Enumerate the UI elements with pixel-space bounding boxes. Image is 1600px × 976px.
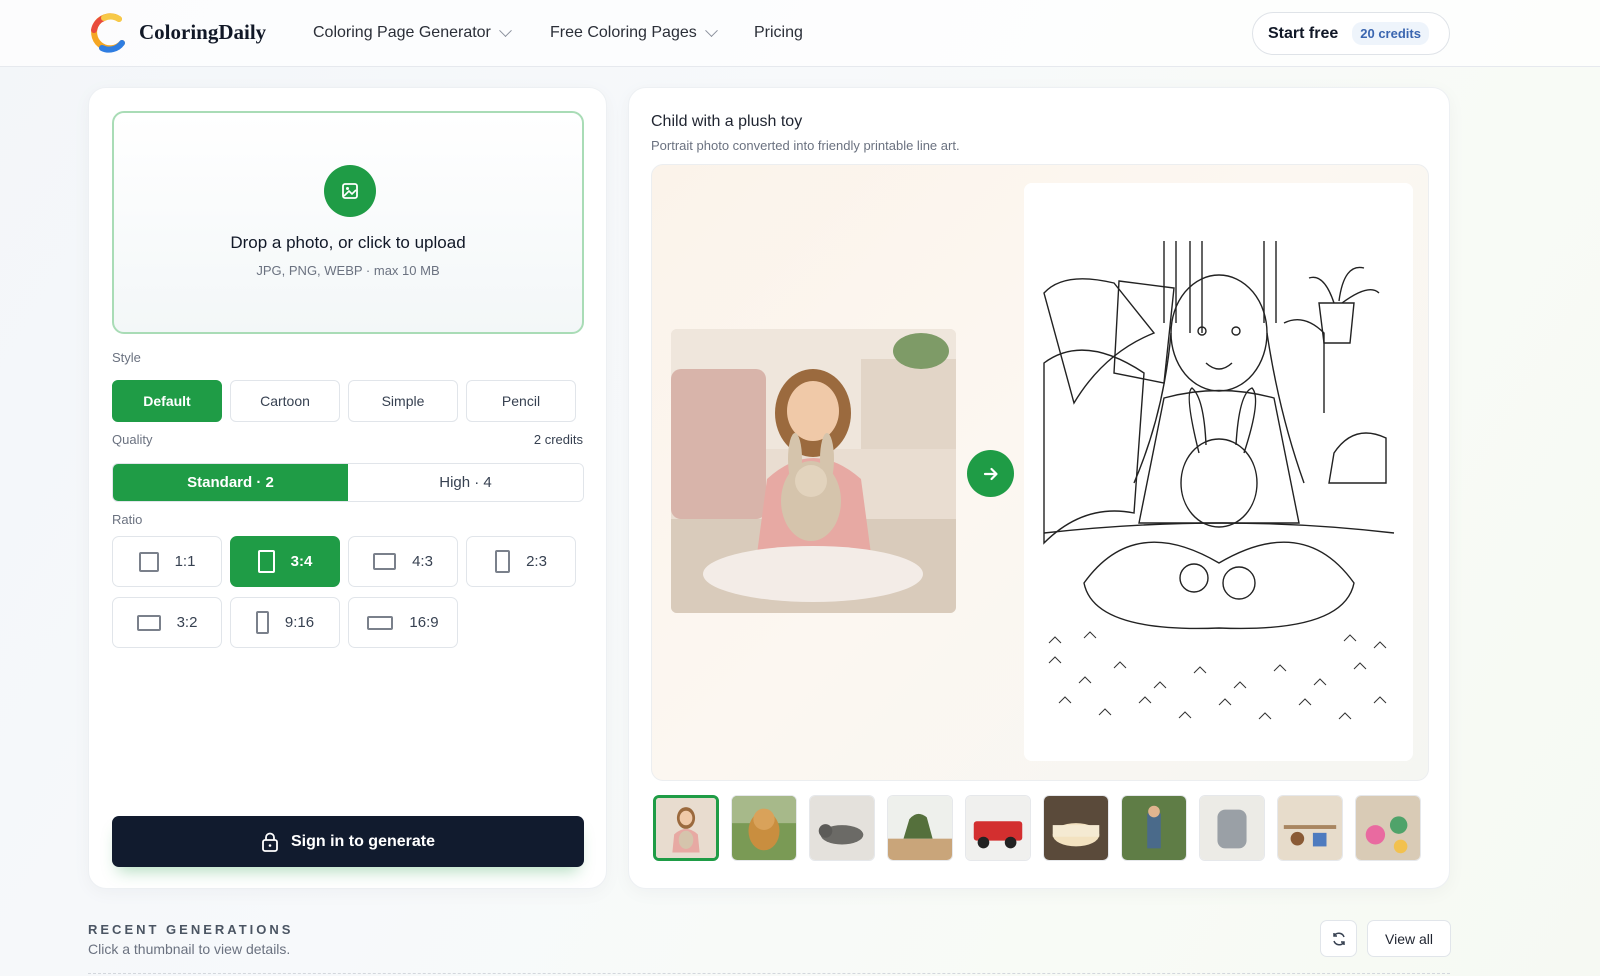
chevron-down-icon xyxy=(704,23,718,37)
portrait-ratio-icon xyxy=(255,611,269,634)
refresh-icon xyxy=(1332,931,1345,946)
nav-label: Coloring Page Generator xyxy=(313,24,491,41)
quality-toggle: Standard · 2 High · 4 xyxy=(112,463,584,502)
sign-in-to-generate-button[interactable]: Sign in to generate xyxy=(112,816,584,867)
example-thumb-golden-retriever[interactable] xyxy=(731,795,797,861)
ratio-label-text: 3:2 xyxy=(176,614,198,631)
line-art-result xyxy=(1024,183,1413,761)
chevron-down-icon xyxy=(499,23,512,37)
ratio-label-text: 2:3 xyxy=(526,553,547,570)
ratio-label-text: 1:1 xyxy=(174,553,196,570)
ratio-16-9-button[interactable]: 16:9 xyxy=(348,597,458,648)
upload-formats: JPG, PNG, WEBP · max 10 MB xyxy=(256,263,440,278)
style-cartoon-button[interactable]: Cartoon xyxy=(230,380,340,422)
example-thumb-birthday-cake[interactable] xyxy=(1043,795,1109,861)
style-default-button[interactable]: Default xyxy=(112,380,222,422)
example-thumb-crafts[interactable] xyxy=(1355,795,1421,861)
generator-settings-panel: Drop a photo, or click to upload JPG, PN… xyxy=(88,87,607,889)
arrow-right-icon xyxy=(983,467,998,480)
nav-coloring-page-generator[interactable]: Coloring Page Generator xyxy=(313,23,512,42)
landscape-ratio-icon xyxy=(367,615,394,630)
preview-subtitle: Portrait photo converted into friendly p… xyxy=(651,138,960,153)
example-thumb-dinosaur[interactable] xyxy=(887,795,953,861)
example-thumb-child-plush[interactable] xyxy=(653,795,719,861)
ratio-1-1-button[interactable]: 1:1 xyxy=(112,536,222,587)
portrait-ratio-icon xyxy=(495,550,511,573)
lock-icon xyxy=(262,832,278,852)
original-photo xyxy=(671,329,956,613)
quality-label: Quality xyxy=(112,432,153,447)
example-thumb-garden-girl[interactable] xyxy=(1121,795,1187,861)
coloringdaily-logo[interactable] xyxy=(88,12,130,54)
example-thumb-cat[interactable] xyxy=(809,795,875,861)
start-free-button[interactable]: Start free 20 credits xyxy=(1252,12,1450,55)
brand-name[interactable]: ColoringDaily xyxy=(139,20,266,45)
style-simple-button[interactable]: Simple xyxy=(348,380,458,422)
quality-high-option[interactable]: High · 4 xyxy=(348,464,583,501)
recent-generations-subtitle: Click a thumbnail to view details. xyxy=(88,941,291,957)
ratio-3-4-button[interactable]: 3:4 xyxy=(230,536,340,587)
nav-label: Pricing xyxy=(754,24,803,41)
ratio-4-3-button[interactable]: 4:3 xyxy=(348,536,458,587)
nav-label: Free Coloring Pages xyxy=(550,24,697,41)
style-pencil-button[interactable]: Pencil xyxy=(466,380,576,422)
example-thumb-toy-shelf[interactable] xyxy=(1277,795,1343,861)
ratio-label: Ratio xyxy=(112,512,143,527)
refresh-button[interactable] xyxy=(1320,920,1357,957)
example-thumb-fire-truck[interactable] xyxy=(965,795,1031,861)
preview-title: Child with a plush toy xyxy=(651,113,803,130)
credits-badge: 20 credits xyxy=(1352,22,1429,45)
ratio-label-text: 16:9 xyxy=(409,614,439,631)
portrait-ratio-icon xyxy=(257,550,275,573)
nav-free-coloring-pages[interactable]: Free Coloring Pages xyxy=(550,23,718,42)
example-thumb-backpack[interactable] xyxy=(1199,795,1265,861)
start-free-label: Start free xyxy=(1268,24,1339,42)
before-after-stage xyxy=(651,164,1429,781)
ratio-3-2-button[interactable]: 3:2 xyxy=(112,597,222,648)
photo-upload-dropzone[interactable]: Drop a photo, or click to upload JPG, PN… xyxy=(112,111,584,334)
recent-generations-heading: RECENT GENERATIONS xyxy=(88,922,294,937)
example-thumbnails xyxy=(653,795,1429,861)
landscape-ratio-icon xyxy=(136,614,161,631)
nav-pricing[interactable]: Pricing xyxy=(754,24,803,42)
style-label: Style xyxy=(112,350,141,365)
landscape-ratio-icon xyxy=(373,553,397,570)
top-navbar: ColoringDaily Coloring Page Generator Fr… xyxy=(0,0,1600,67)
square-ratio-icon xyxy=(138,551,159,572)
ratio-2-3-button[interactable]: 2:3 xyxy=(466,536,576,587)
ratio-9-16-button[interactable]: 9:16 xyxy=(230,597,340,648)
example-preview-panel: Child with a plush toy Portrait photo co… xyxy=(628,87,1450,889)
upload-title: Drop a photo, or click to upload xyxy=(230,233,466,252)
ratio-label-text: 4:3 xyxy=(412,553,433,570)
quality-standard-option[interactable]: Standard · 2 xyxy=(113,464,348,501)
convert-arrow-button[interactable] xyxy=(967,450,1014,497)
view-all-button[interactable]: View all xyxy=(1367,920,1451,957)
ratio-label-text: 9:16 xyxy=(284,614,315,631)
ratio-label-text: 3:4 xyxy=(290,553,313,570)
image-upload-icon xyxy=(324,165,376,217)
sign-in-label: Sign in to generate xyxy=(290,832,435,850)
quality-cost: 2 credits xyxy=(533,432,583,447)
divider xyxy=(88,973,1450,974)
